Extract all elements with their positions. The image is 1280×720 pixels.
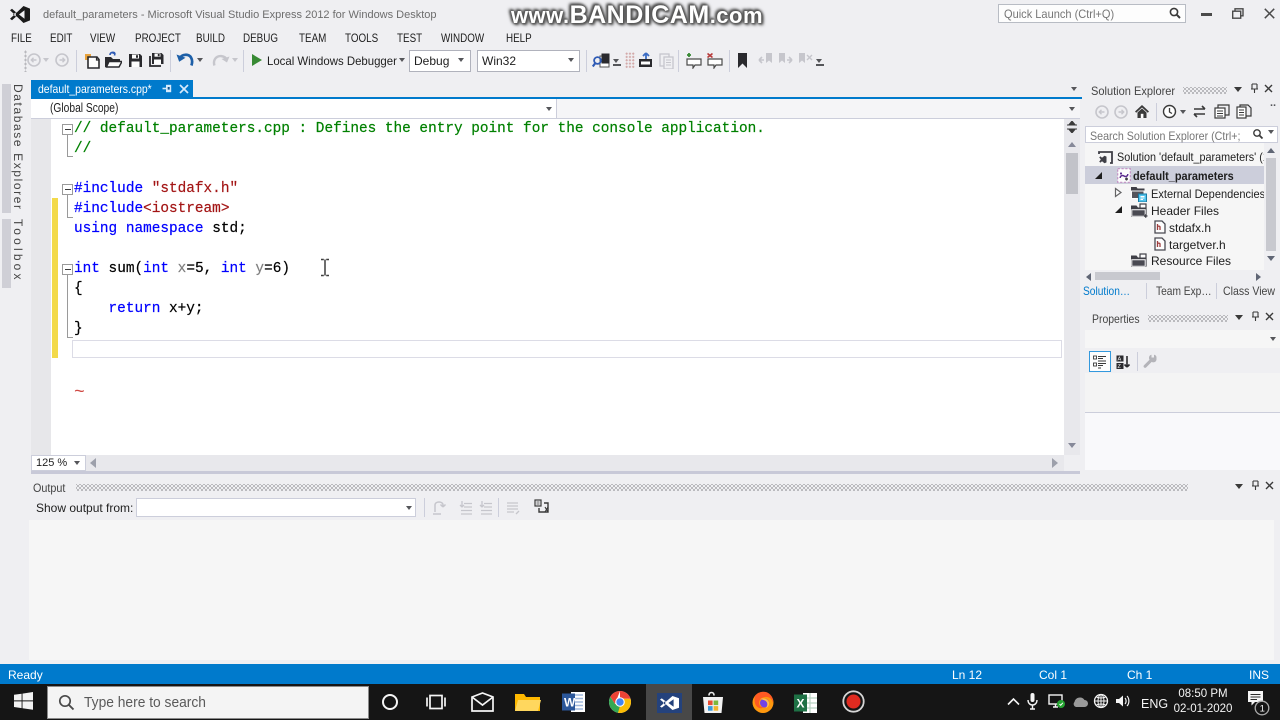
svg-text:X: X	[797, 697, 805, 711]
svg-text:1: 1	[1260, 703, 1265, 714]
svg-text:W: W	[564, 696, 576, 710]
svg-text:A: A	[1118, 357, 1122, 363]
